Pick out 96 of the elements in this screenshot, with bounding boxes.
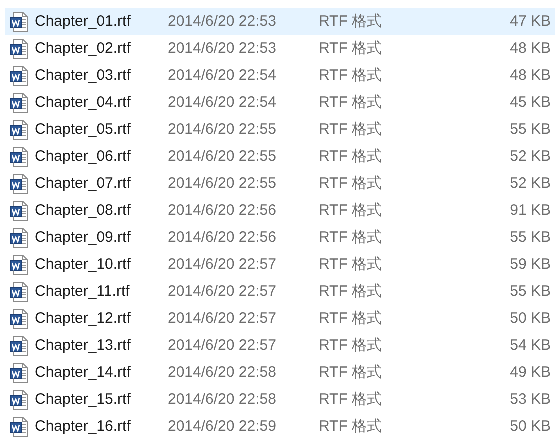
file-type: RTF 格式	[319, 39, 384, 58]
word-document-icon	[10, 282, 28, 302]
word-document-icon	[10, 38, 28, 58]
modified-date: 2014/6/20 22:57	[168, 310, 278, 327]
file-type: RTF 格式	[319, 255, 384, 274]
file-row[interactable]: Chapter_03.rtf 2014/6/20 22:54 RTF 格式 48 KB	[5, 62, 555, 89]
modified-date: 2014/6/20 22:59	[168, 418, 278, 435]
file-row[interactable]: Chapter_12.rtf 2014/6/20 22:57 RTF 格式 50 KB	[5, 305, 555, 332]
file-row[interactable]: Chapter_10.rtf 2014/6/20 22:57 RTF 格式 59 KB	[5, 251, 555, 278]
modified-date: 2014/6/20 22:56	[168, 202, 278, 219]
file-row[interactable]: Chapter_16.rtf 2014/6/20 22:59 RTF 格式 50 KB	[5, 413, 555, 440]
modified-date: 2014/6/20 22:57	[168, 283, 278, 300]
file-row[interactable]: Chapter_11.rtf 2014/6/20 22:57 RTF 格式 55 KB	[5, 278, 555, 305]
file-type: RTF 格式	[319, 147, 384, 166]
file-name: Chapter_05.rtf	[35, 121, 132, 138]
word-document-icon	[10, 146, 28, 166]
file-name: Chapter_08.rtf	[35, 202, 132, 219]
file-type: RTF 格式	[319, 363, 384, 382]
file-size: 53 KB	[509, 391, 551, 408]
file-size: 55 KB	[509, 121, 551, 138]
file-type: RTF 格式	[319, 201, 384, 220]
file-size: 52 KB	[509, 148, 551, 165]
file-type: RTF 格式	[319, 120, 384, 139]
modified-date: 2014/6/20 22:54	[168, 67, 278, 84]
file-name: Chapter_03.rtf	[35, 67, 132, 84]
file-name: Chapter_09.rtf	[35, 229, 132, 246]
file-type: RTF 格式	[319, 66, 384, 85]
file-size: 48 KB	[509, 67, 551, 84]
file-name: Chapter_04.rtf	[35, 94, 132, 111]
modified-date: 2014/6/20 22:57	[168, 256, 278, 273]
modified-date: 2014/6/20 22:56	[168, 229, 278, 246]
file-row[interactable]: Chapter_07.rtf 2014/6/20 22:55 RTF 格式 52 KB	[5, 170, 555, 197]
file-row[interactable]: Chapter_09.rtf 2014/6/20 22:56 RTF 格式 55 KB	[5, 224, 555, 251]
file-type: RTF 格式	[319, 417, 384, 436]
file-type: RTF 格式	[319, 174, 384, 193]
modified-date: 2014/6/20 22:53	[168, 40, 278, 57]
word-document-icon	[10, 336, 28, 356]
word-document-icon	[10, 362, 28, 382]
modified-date: 2014/6/20 22:58	[168, 391, 278, 408]
file-size: 50 KB	[509, 418, 551, 435]
modified-date: 2014/6/20 22:55	[168, 175, 278, 192]
word-document-icon	[10, 92, 28, 112]
file-row[interactable]: Chapter_05.rtf 2014/6/20 22:55 RTF 格式 55 KB	[5, 116, 555, 143]
modified-date: 2014/6/20 22:55	[168, 148, 278, 165]
file-size: 48 KB	[509, 40, 551, 57]
file-type: RTF 格式	[319, 282, 384, 301]
file-size: 52 KB	[509, 175, 551, 192]
file-name: Chapter_01.rtf	[35, 13, 132, 30]
file-name: Chapter_10.rtf	[35, 256, 132, 273]
word-document-icon	[10, 200, 28, 220]
file-name: Chapter_06.rtf	[35, 148, 132, 165]
file-type: RTF 格式	[319, 390, 384, 409]
file-name: Chapter_13.rtf	[35, 337, 132, 354]
word-document-icon	[10, 228, 28, 248]
file-size: 49 KB	[509, 364, 551, 381]
file-type: RTF 格式	[319, 12, 384, 31]
file-row[interactable]: Chapter_01.rtf 2014/6/20 22:53 RTF 格式 47 KB	[5, 8, 555, 35]
file-name: Chapter_02.rtf	[35, 40, 132, 57]
modified-date: 2014/6/20 22:54	[168, 94, 278, 111]
word-document-icon	[10, 120, 28, 140]
word-document-icon	[10, 174, 28, 194]
word-document-icon	[10, 416, 28, 436]
file-size: 47 KB	[509, 13, 551, 30]
file-size: 59 KB	[509, 256, 551, 273]
word-document-icon	[10, 254, 28, 274]
file-name: Chapter_15.rtf	[35, 391, 132, 408]
modified-date: 2014/6/20 22:57	[168, 337, 278, 354]
file-name: Chapter_14.rtf	[35, 364, 132, 381]
file-name: Chapter_16.rtf	[35, 418, 132, 435]
word-document-icon	[10, 390, 28, 410]
file-type: RTF 格式	[319, 309, 384, 328]
file-name: Chapter_11.rtf	[35, 283, 131, 300]
file-row[interactable]: Chapter_08.rtf 2014/6/20 22:56 RTF 格式 91 KB	[5, 197, 555, 224]
file-size: 91 KB	[509, 202, 551, 219]
file-size: 45 KB	[509, 94, 551, 111]
file-type: RTF 格式	[319, 228, 384, 247]
file-row[interactable]: Chapter_14.rtf 2014/6/20 22:58 RTF 格式 49 KB	[5, 359, 555, 386]
file-type: RTF 格式	[319, 93, 384, 112]
file-size: 54 KB	[509, 337, 551, 354]
file-row[interactable]: Chapter_04.rtf 2014/6/20 22:54 RTF 格式 45 KB	[5, 89, 555, 116]
word-document-icon	[10, 12, 28, 32]
word-document-icon	[10, 66, 28, 86]
file-type: RTF 格式	[319, 336, 384, 355]
file-row[interactable]: Chapter_13.rtf 2014/6/20 22:57 RTF 格式 54 KB	[5, 332, 555, 359]
file-size: 55 KB	[509, 283, 551, 300]
modified-date: 2014/6/20 22:53	[168, 13, 278, 30]
file-size: 55 KB	[509, 229, 551, 246]
file-row[interactable]: Chapter_15.rtf 2014/6/20 22:58 RTF 格式 53 KB	[5, 386, 555, 413]
file-name: Chapter_12.rtf	[35, 310, 132, 327]
file-row[interactable]: Chapter_06.rtf 2014/6/20 22:55 RTF 格式 52 KB	[5, 143, 555, 170]
modified-date: 2014/6/20 22:58	[168, 364, 278, 381]
file-size: 50 KB	[509, 310, 551, 327]
word-document-icon	[10, 308, 28, 328]
file-row[interactable]: Chapter_02.rtf 2014/6/20 22:53 RTF 格式 48 KB	[5, 35, 555, 62]
modified-date: 2014/6/20 22:55	[168, 121, 278, 138]
file-name: Chapter_07.rtf	[35, 175, 132, 192]
